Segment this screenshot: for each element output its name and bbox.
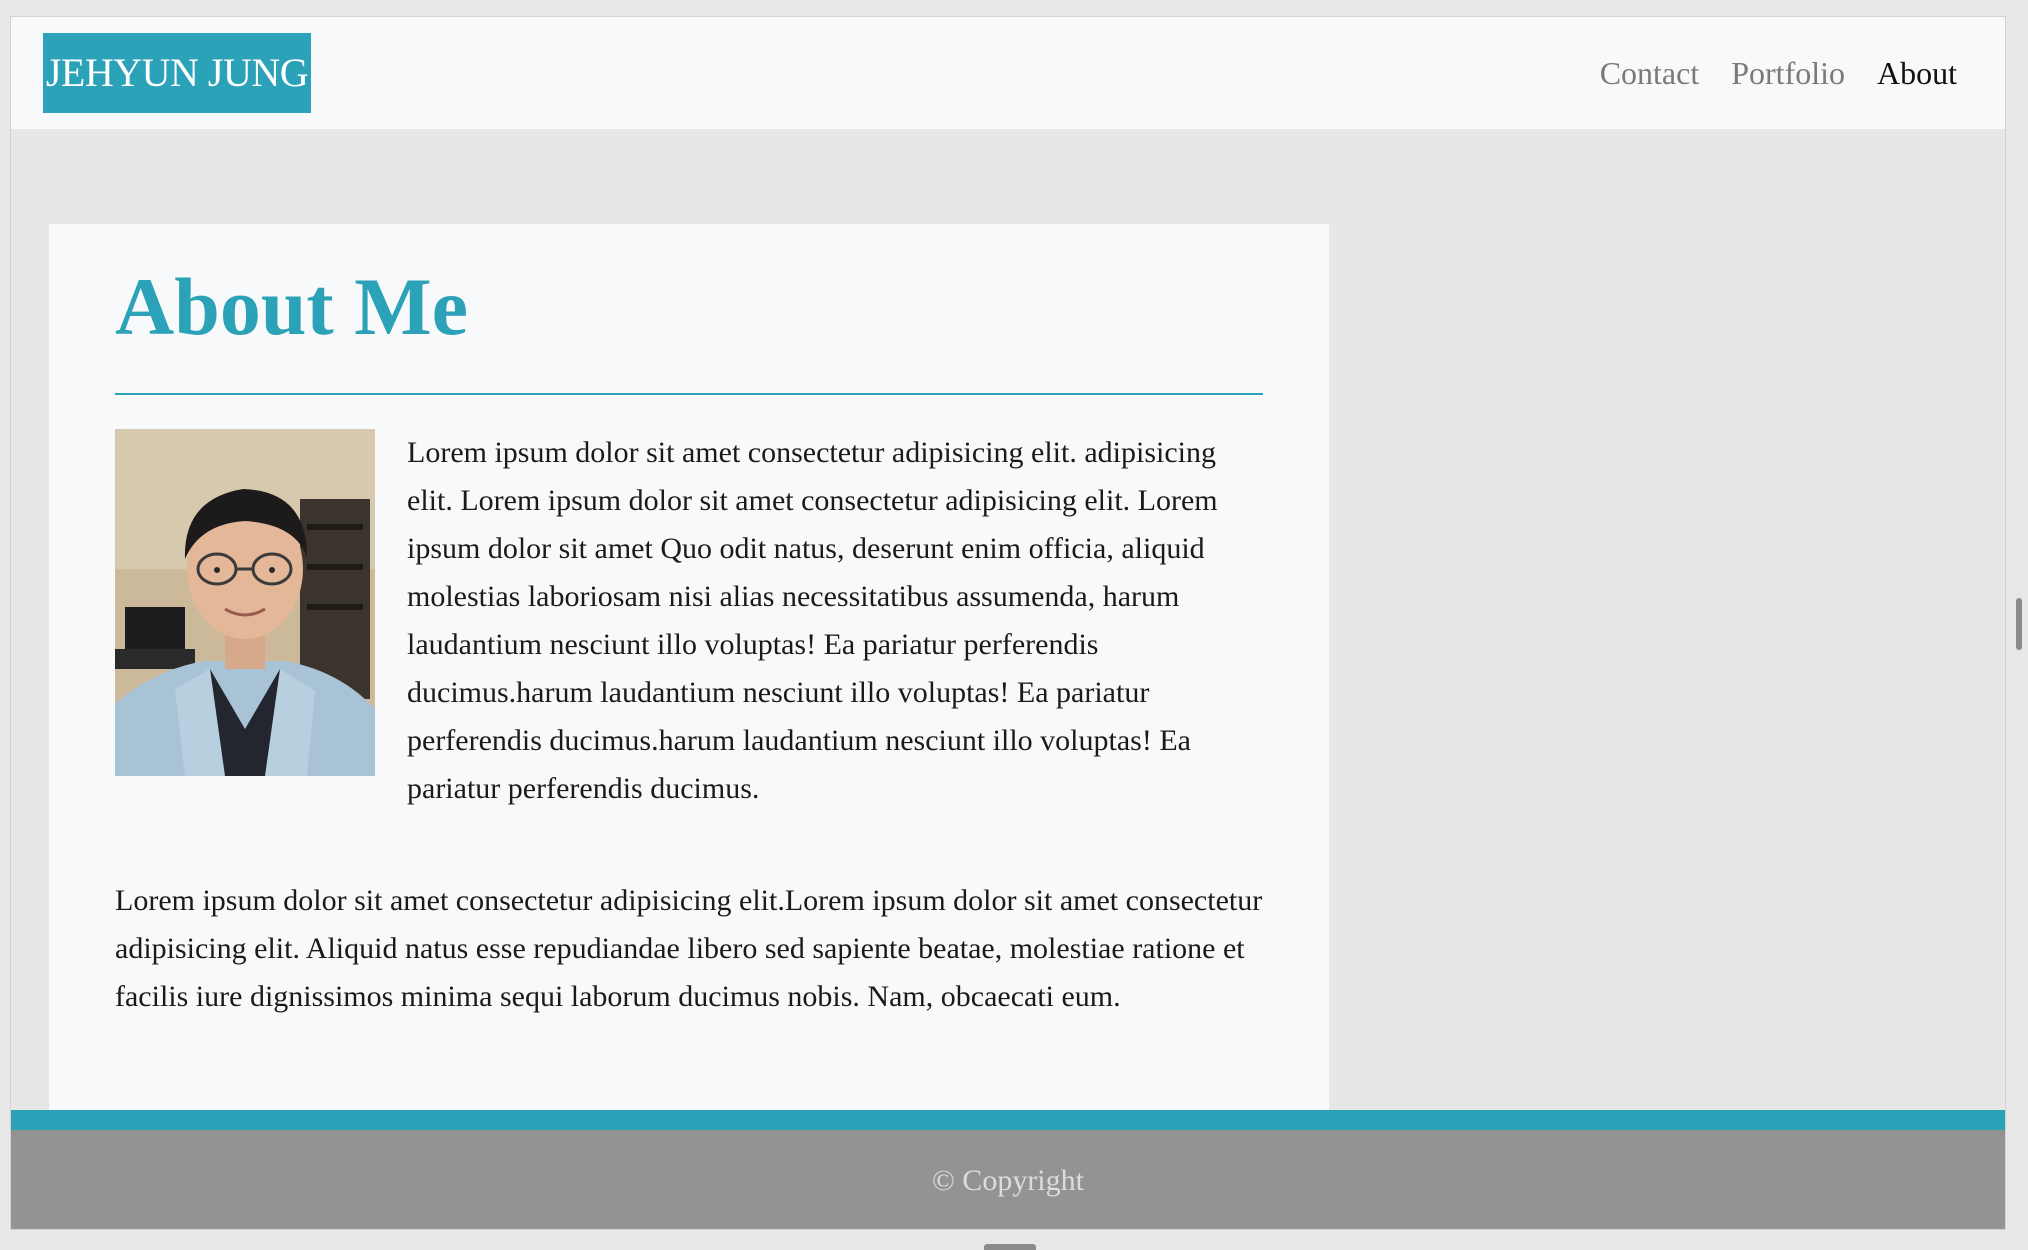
browser-viewport: JEHYUN JUNG Contact Portfolio About Abou…	[10, 16, 2006, 1230]
nav-links: Contact Portfolio About	[1600, 17, 1957, 129]
brand-logo[interactable]: JEHYUN JUNG	[43, 33, 311, 113]
page-title: About Me	[115, 261, 469, 352]
nav-link-contact[interactable]: Contact	[1600, 55, 1700, 92]
nav-link-portfolio[interactable]: Portfolio	[1731, 55, 1845, 92]
title-divider	[115, 393, 1263, 395]
horizontal-scrollbar[interactable]	[984, 1244, 1036, 1250]
footer-accent-bar	[11, 1110, 2005, 1130]
copyright-text: © Copyright	[932, 1163, 1084, 1197]
footer: © Copyright	[11, 1130, 2005, 1229]
profile-photo	[115, 429, 375, 776]
navbar: JEHYUN JUNG Contact Portfolio About	[11, 17, 2005, 129]
about-card: About Me Lorem ipsum dolor sit amet cons…	[49, 224, 1329, 1124]
nav-link-about[interactable]: About	[1877, 55, 1957, 92]
about-content: Lorem ipsum dolor sit amet consectetur a…	[115, 429, 1263, 1021]
vertical-scrollbar[interactable]	[2016, 598, 2022, 650]
about-paragraph-2: Lorem ipsum dolor sit amet consectetur a…	[115, 884, 1263, 1013]
